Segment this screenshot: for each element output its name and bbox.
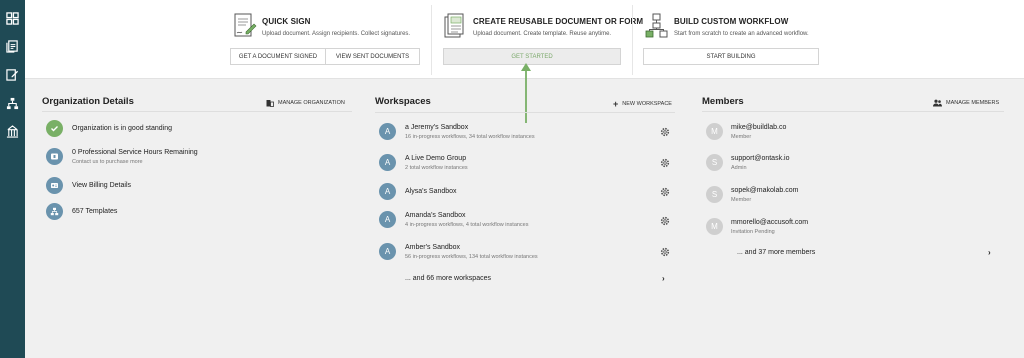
member-avatar: M bbox=[706, 123, 723, 140]
workflow-icon bbox=[6, 97, 19, 110]
member-role: Member bbox=[731, 197, 752, 203]
member-avatar: M bbox=[706, 218, 723, 235]
manage-members-label: MANAGE MEMBERS bbox=[946, 100, 1000, 106]
gear-icon[interactable] bbox=[660, 247, 670, 257]
sidebar bbox=[0, 0, 25, 358]
start-building-button[interactable]: START BUILDING bbox=[643, 48, 819, 65]
workspace-detail: 2 total workflow instances bbox=[405, 165, 468, 171]
member-email[interactable]: sopek@makolab.com bbox=[731, 187, 798, 194]
divider bbox=[702, 111, 1004, 112]
workspace-name[interactable]: a Jeremy's Sandbox bbox=[405, 124, 468, 131]
building-icon bbox=[266, 100, 274, 107]
sidebar-item-sign[interactable] bbox=[4, 66, 21, 83]
billing-icon[interactable] bbox=[46, 177, 63, 194]
reusable-document-description: Upload document. Create template. Reuse … bbox=[473, 31, 612, 37]
manage-organization-label: MANAGE ORGANIZATION bbox=[278, 100, 345, 106]
sign-icon bbox=[6, 69, 19, 81]
quick-sign-description: Upload document. Assign recipients. Coll… bbox=[262, 31, 411, 37]
member-role: Invitation Pending bbox=[731, 229, 775, 235]
divider bbox=[42, 111, 352, 112]
view-sent-documents-button[interactable]: VIEW SENT DOCUMENTS bbox=[325, 48, 420, 65]
custom-workflow-description: Start from scratch to create an advanced… bbox=[674, 31, 809, 37]
organization-details-title: Organization Details bbox=[42, 96, 134, 107]
divider bbox=[431, 5, 432, 75]
custom-workflow-title: BUILD CUSTOM WORKFLOW bbox=[674, 17, 789, 26]
member-role: Member bbox=[731, 134, 752, 140]
sidebar-item-workflow[interactable] bbox=[4, 95, 21, 112]
standing-check-icon bbox=[46, 120, 63, 137]
workspace-avatar: A bbox=[379, 183, 396, 200]
service-hours-text: 0 Professional Service Hours Remaining bbox=[72, 149, 198, 156]
get-started-button[interactable]: GET STARTED bbox=[443, 48, 621, 65]
manage-members-link[interactable]: MANAGE MEMBERS bbox=[933, 99, 999, 107]
workspace-avatar: A bbox=[379, 211, 396, 228]
member-email[interactable]: support@ontask.io bbox=[731, 155, 789, 162]
workspace-name[interactable]: Amanda's Sandbox bbox=[405, 212, 466, 219]
new-workspace-link[interactable]: + NEW WORKSPACE bbox=[613, 99, 672, 109]
workspace-avatar: A bbox=[379, 123, 396, 140]
workspace-avatar: A bbox=[379, 154, 396, 171]
workspace-detail: 4 in-progress workflows, 4 total workflo… bbox=[405, 222, 529, 228]
divider bbox=[632, 5, 633, 75]
organization-icon bbox=[6, 125, 19, 138]
gear-icon[interactable] bbox=[660, 216, 670, 226]
dashboard-icon bbox=[6, 12, 19, 25]
custom-workflow-icon bbox=[645, 13, 668, 38]
sidebar-item-organization[interactable] bbox=[4, 123, 21, 140]
org-standing-text: Organization is in good standing bbox=[72, 125, 173, 132]
workspace-avatar: A bbox=[379, 243, 396, 260]
more-members-link[interactable]: ... and 37 more members bbox=[737, 249, 815, 256]
workspace-name[interactable]: Amber's Sandbox bbox=[405, 244, 460, 251]
member-role: Admin bbox=[731, 165, 747, 171]
templates-count-text: 657 Templates bbox=[72, 208, 118, 215]
workspace-detail: 16 in-progress workflows, 34 total workf… bbox=[405, 134, 535, 140]
gear-icon[interactable] bbox=[660, 158, 670, 168]
reusable-document-icon bbox=[444, 13, 464, 38]
view-billing-link[interactable]: View Billing Details bbox=[72, 182, 131, 189]
chevron-right-icon[interactable]: › bbox=[988, 248, 991, 257]
templates-icon bbox=[46, 203, 63, 220]
highlight-arrow bbox=[521, 63, 531, 123]
reusable-document-title: CREATE REUSABLE DOCUMENT OR FORM bbox=[473, 17, 644, 26]
members-title: Members bbox=[702, 96, 744, 107]
quick-sign-icon bbox=[234, 13, 257, 37]
manage-organization-link[interactable]: MANAGE ORGANIZATION bbox=[266, 99, 345, 107]
member-avatar: S bbox=[706, 186, 723, 203]
member-avatar: S bbox=[706, 154, 723, 171]
service-hours-icon bbox=[46, 148, 63, 165]
service-hours-subtext: Contact us to purchase more bbox=[72, 159, 143, 165]
plus-icon: + bbox=[613, 99, 619, 109]
gear-icon[interactable] bbox=[660, 187, 670, 197]
workspaces-title: Workspaces bbox=[375, 96, 431, 107]
member-email[interactable]: mmorello@accusoft.com bbox=[731, 219, 808, 226]
workspace-name[interactable]: Alysa's Sandbox bbox=[405, 188, 457, 195]
workspace-detail: 56 in-progress workflows, 134 total work… bbox=[405, 254, 538, 260]
chevron-right-icon[interactable]: › bbox=[662, 274, 665, 283]
divider bbox=[375, 112, 675, 113]
people-icon bbox=[933, 99, 942, 107]
get-document-signed-button[interactable]: GET A DOCUMENT SIGNED bbox=[230, 48, 326, 65]
new-workspace-label: NEW WORKSPACE bbox=[622, 101, 672, 107]
sidebar-item-dashboard[interactable] bbox=[4, 10, 21, 27]
quick-sign-title: QUICK SIGN bbox=[262, 17, 311, 26]
gear-icon[interactable] bbox=[660, 127, 670, 137]
documents-icon bbox=[6, 40, 18, 53]
workspace-name[interactable]: A Live Demo Group bbox=[405, 155, 466, 162]
more-workspaces-link[interactable]: ... and 66 more workspaces bbox=[405, 275, 491, 282]
sidebar-item-documents[interactable] bbox=[4, 38, 21, 55]
member-email[interactable]: mike@buildlab.co bbox=[731, 124, 786, 131]
